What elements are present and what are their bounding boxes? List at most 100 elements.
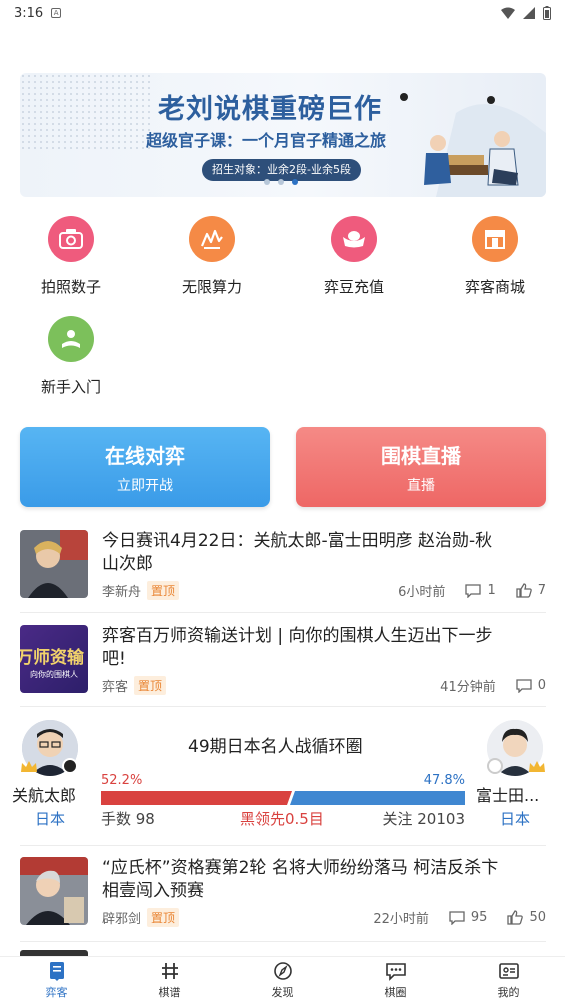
move-count: 手数 98: [101, 810, 155, 828]
pinned-badge: 置顶: [147, 581, 180, 600]
tab-records[interactable]: 棋谱: [113, 957, 226, 1004]
feature-beginner[interactable]: 新手入门: [16, 316, 126, 397]
black-player-name: 关航太郎: [12, 786, 77, 805]
feature-photo-count[interactable]: 拍照数子: [16, 216, 126, 297]
news-meta: 辟邪剑 置顶: [102, 908, 180, 927]
pinned-badge: 置顶: [134, 676, 167, 695]
white-player-name: 富士田...: [476, 786, 540, 805]
profile-icon: [498, 963, 519, 979]
feature-label: 新手入门: [40, 378, 101, 396]
news-time: 41分钟前: [440, 680, 496, 695]
news-item[interactable]: 万师资输 向你的围棋人 弈客百万师资输送计划 | 向你的围棋人生迈出下一步吧! …: [20, 625, 546, 697]
feature-shop[interactable]: 弈客商城: [440, 216, 550, 297]
status-bar: 3:16 A: [0, 0, 565, 26]
wifi-icon: [501, 7, 515, 19]
status-icons: [501, 6, 551, 20]
news-thumbnail: 万师资输 向你的围棋人: [20, 625, 88, 693]
page-dot: [264, 179, 270, 185]
beginner-icon: [48, 316, 94, 362]
ingot-icon: [331, 216, 377, 262]
banner-pattern: [20, 73, 150, 153]
page-dot: [278, 179, 284, 185]
live-broadcast-button[interactable]: 围棋直播 直播: [296, 427, 546, 507]
compass-icon: [273, 962, 292, 980]
news-author: 弈客: [102, 680, 129, 695]
feature-recharge[interactable]: 弈豆充值: [299, 216, 409, 297]
match-title: 49期日本名人战循环圈: [188, 737, 363, 757]
banner-illustration: [400, 93, 546, 197]
home-icon: [49, 962, 64, 981]
news-headline: “应氏杯”资格赛第2轮 名将大师纷纷落马 柯洁反杀卞相壹闯入预赛: [102, 858, 499, 901]
feature-label: 弈豆充值: [323, 278, 384, 296]
news-stats: 6小时前 1 7: [398, 581, 546, 600]
white-player-country: 日本: [500, 810, 531, 828]
signal-icon: [523, 7, 535, 19]
white-win-rate: 47.8%: [423, 773, 465, 788]
news-item[interactable]: “应氏杯”资格赛第2轮 名将大师纷纷落马 柯洁反杀卞相壹闯入预赛 辟邪剑 置顶 …: [20, 857, 546, 929]
crown-icon: [21, 761, 37, 772]
white-win-bar: [290, 791, 465, 805]
tab-profile[interactable]: 我的: [452, 957, 565, 1004]
divider: [20, 845, 546, 846]
feature-label: 无限算力: [181, 278, 242, 296]
news-thumbnail: [20, 857, 88, 925]
banner-subtitle: 超级官子课：一个月官子精通之旅: [146, 131, 387, 150]
news-headline: 今日赛讯4月22日：关航太郎-富士田明彦 赵治勋-秋山次郎: [102, 531, 493, 574]
tab-discover[interactable]: 发现: [226, 957, 339, 1004]
news-comments: 0: [537, 678, 546, 693]
battery-icon: [543, 6, 551, 20]
camera-icon: [48, 216, 94, 262]
tab-label: 棋谱: [158, 986, 181, 999]
tab-label: 发现: [271, 986, 294, 999]
news-stats: 41分钟前 0: [440, 676, 546, 695]
tab-label: 棋圈: [384, 986, 407, 999]
feature-label: 弈客商城: [464, 278, 525, 296]
comment-icon: [516, 678, 532, 693]
divider: [20, 612, 546, 613]
news-item[interactable]: 今日赛讯4月22日：关航太郎-富士田明彦 赵治勋-秋山次郎 李新舟 置顶 6小时…: [20, 530, 546, 602]
like-icon: [507, 910, 524, 925]
tab-community[interactable]: 棋圈: [339, 957, 452, 1004]
banner-pagination: [264, 179, 298, 185]
thumbnail-text: 万师资输: [20, 648, 84, 668]
online-play-button[interactable]: 在线对弈 立即开战: [20, 427, 270, 507]
news-likes: 50: [529, 910, 546, 925]
live-title: 围棋直播: [381, 443, 461, 468]
live-sub: 直播: [407, 477, 435, 494]
lead-status: 黑领先0.5目: [240, 810, 324, 828]
news-headline: 弈客百万师资输送计划 | 向你的围棋人生迈出下一步吧!: [102, 626, 493, 669]
comment-icon: [465, 583, 482, 598]
black-stone-icon: [62, 758, 78, 774]
white-stone-icon: [487, 758, 503, 774]
black-player-country: 日本: [35, 810, 66, 828]
feature-compute[interactable]: 无限算力: [157, 216, 267, 297]
tab-label: 弈客: [45, 986, 68, 999]
pinned-badge: 置顶: [147, 908, 180, 927]
online-play-title: 在线对弈: [105, 443, 185, 468]
bottom-nav: 弈客 棋谱 发现 棋圈 我的: [0, 956, 565, 1004]
notification-icon: A: [51, 8, 62, 18]
banner-title: 老刘说棋重磅巨作: [158, 94, 382, 125]
status-time: 3:16: [14, 5, 44, 21]
promo-banner[interactable]: 老刘说棋重磅巨作 超级官子课：一个月官子精通之旅 招生对象：业余2段-业余5段: [20, 73, 546, 197]
shop-icon: [472, 216, 518, 262]
comment-icon: [449, 910, 465, 925]
online-play-sub: 立即开战: [117, 477, 173, 494]
banner-tag: 招生对象：业余2段-业余5段: [202, 159, 361, 181]
news-author: 李新舟: [102, 585, 142, 600]
divider: [20, 941, 546, 942]
tab-label: 我的: [497, 986, 520, 999]
community-icon: [385, 963, 406, 981]
win-rate-bar: [101, 791, 465, 805]
like-icon: [516, 583, 532, 598]
live-match-card[interactable]: 关航太郎 日本 49期日本名人战循环圈 52.2% 47.8% 手数 98 黑领…: [0, 716, 565, 846]
news-meta: 李新舟 置顶: [102, 581, 180, 600]
news-stats: 22小时前 95 50: [373, 908, 546, 927]
news-comments: 95: [470, 910, 488, 925]
news-time: 22小时前: [373, 912, 429, 927]
news-thumbnail: [20, 530, 88, 598]
crown-icon: [529, 761, 545, 772]
feature-label: 拍照数子: [40, 278, 101, 296]
tab-home[interactable]: 弈客: [0, 957, 113, 1004]
board-icon: [161, 963, 178, 979]
